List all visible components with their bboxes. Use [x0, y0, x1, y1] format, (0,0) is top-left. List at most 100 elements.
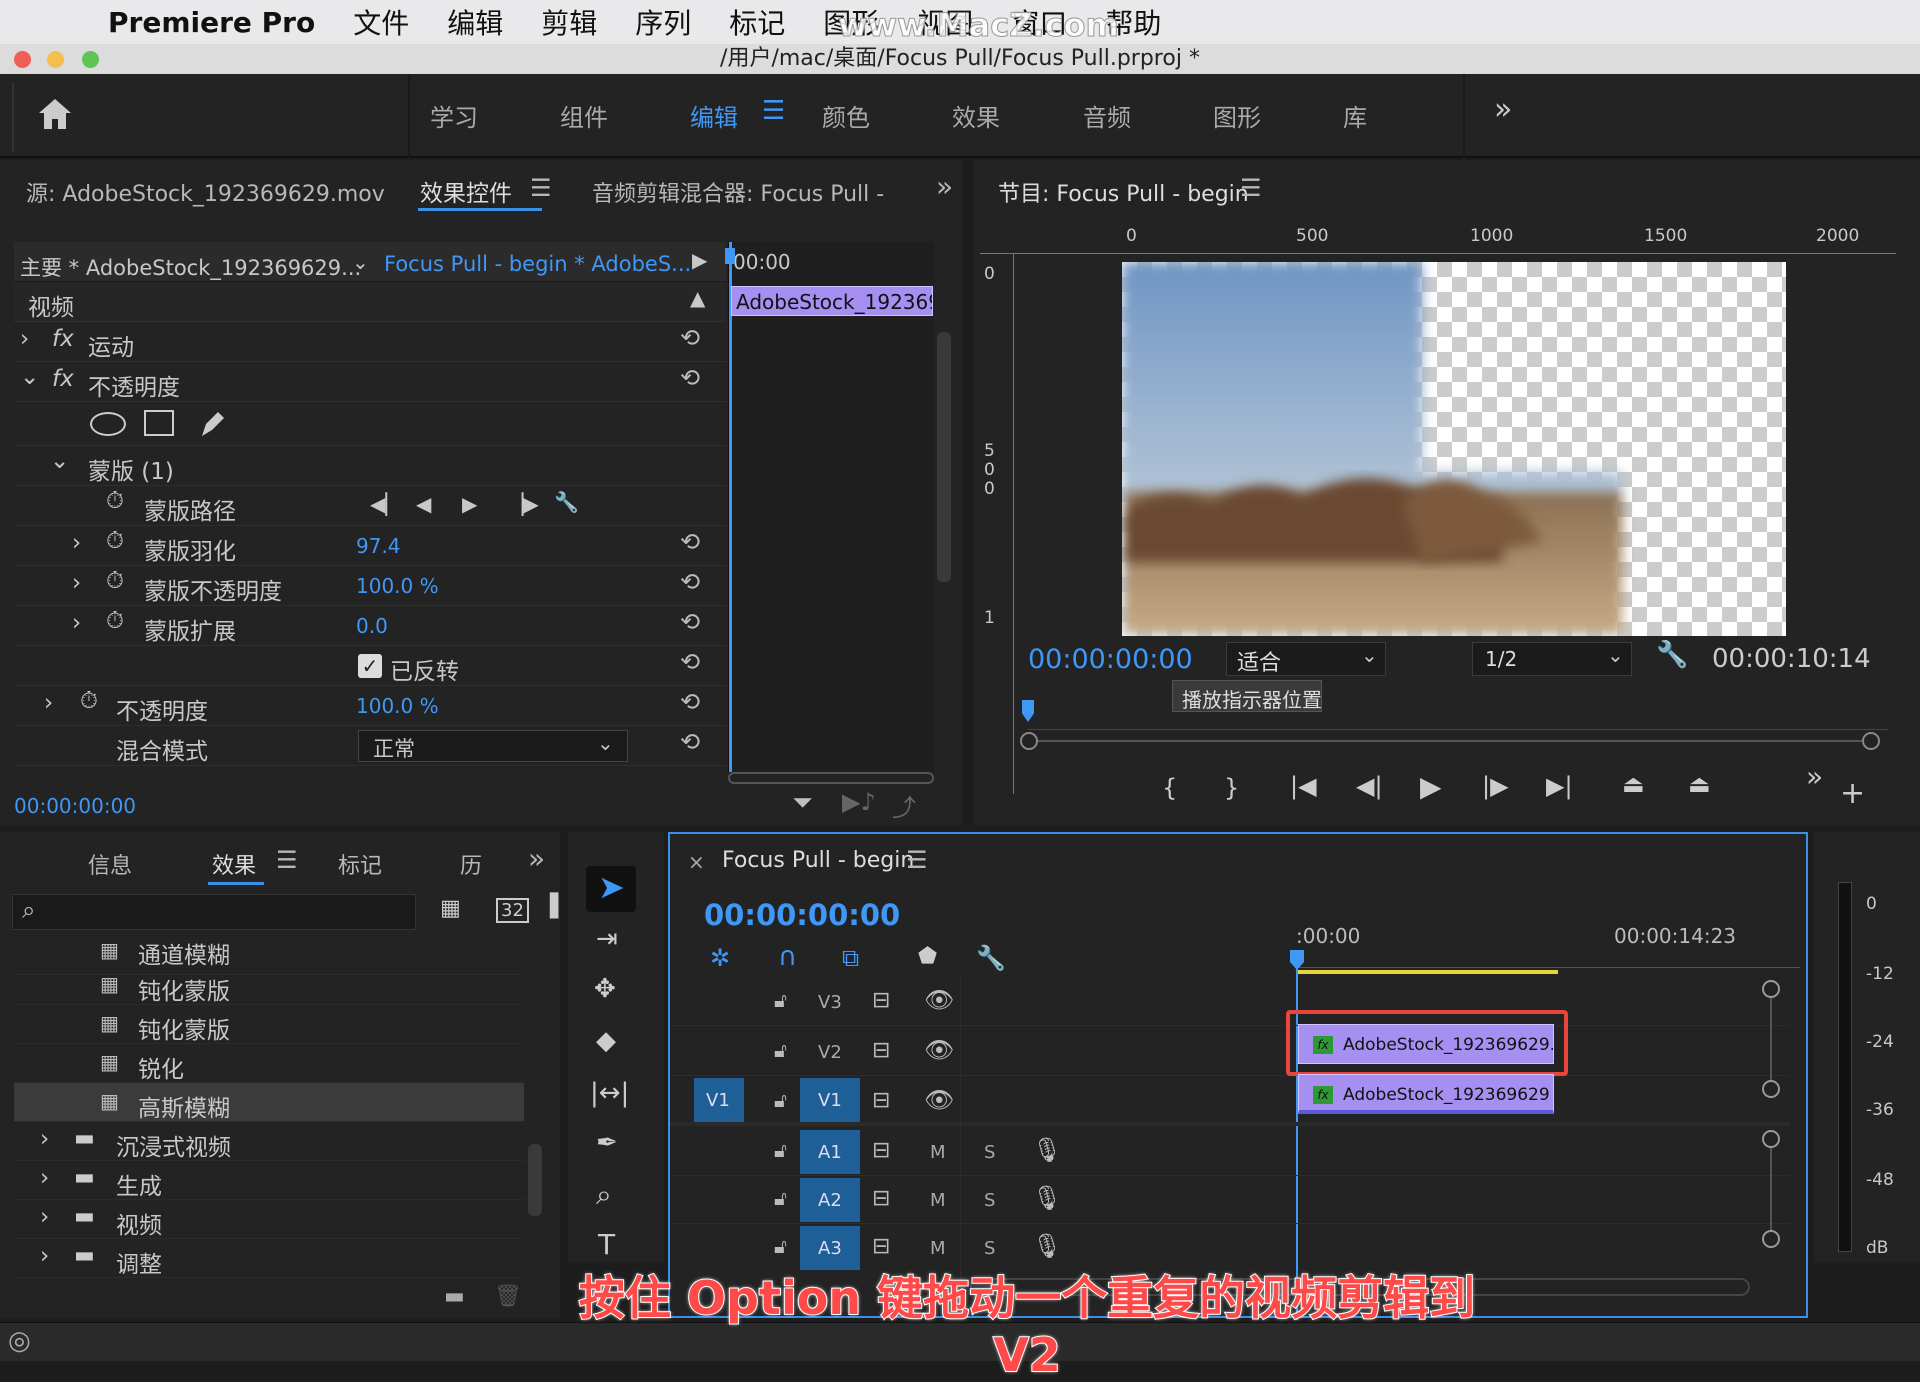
effect-folder[interactable]: › ▬ 调整: [14, 1239, 524, 1278]
workspace-learn[interactable]: 学习: [430, 98, 478, 133]
blend-mode-select[interactable]: 正常 ⌄: [358, 730, 628, 762]
expand-chevron-icon[interactable]: ›: [20, 326, 29, 352]
scroll-handle-top[interactable]: [1762, 980, 1780, 998]
timeline-ruler[interactable]: [1296, 950, 1800, 968]
menu-edit[interactable]: 编辑: [447, 2, 503, 42]
collapse-up-icon[interactable]: ▲: [690, 286, 705, 310]
tab-history[interactable]: 历: [460, 848, 482, 880]
program-playhead-timecode[interactable]: 00:00:00:00: [1028, 644, 1193, 675]
tab-source[interactable]: 源: AdobeStock_192369629.mov: [26, 176, 385, 208]
reset-icon[interactable]: ⟲: [680, 528, 700, 556]
track-name[interactable]: V3: [818, 992, 842, 1013]
stopwatch-icon[interactable]: ⏱: [106, 568, 124, 594]
lock-track-icon[interactable]: 🔓︎: [774, 1186, 787, 1210]
close-tab-icon[interactable]: ×: [688, 850, 705, 874]
track-target-a2[interactable]: A2: [800, 1178, 860, 1222]
track-target-v1[interactable]: V1: [800, 1078, 860, 1122]
reset-icon[interactable]: ⟲: [680, 364, 700, 392]
wrench-icon[interactable]: 🔧: [554, 490, 579, 514]
step-forward-button[interactable]: |▶: [1482, 772, 1509, 800]
inverted-checkbox[interactable]: ✓: [358, 654, 382, 678]
lock-track-icon[interactable]: 🔓︎: [774, 1234, 787, 1258]
workspace-menu-icon[interactable]: ☰: [762, 96, 785, 126]
mask-expansion-value[interactable]: 0.0: [356, 614, 388, 638]
microphone-icon[interactable]: 🎙︎: [1032, 1232, 1062, 1260]
new-bin-icon[interactable]: ▬: [444, 1284, 465, 1309]
mark-out-button[interactable]: }: [1224, 774, 1239, 802]
expand-chevron-icon[interactable]: ›: [44, 690, 53, 716]
track-select-tool-icon[interactable]: ⇥: [596, 924, 618, 954]
program-time-ruler[interactable]: [1028, 708, 1888, 730]
audio-loop-icon[interactable]: ▶♪: [842, 788, 876, 816]
expand-chevron-icon[interactable]: ›: [40, 1204, 49, 1230]
scroll-handle-left[interactable]: [1020, 732, 1038, 750]
solo-track-button[interactable]: S: [984, 1238, 995, 1259]
track-backward-one-frame-icon[interactable]: ◀▏: [370, 492, 401, 516]
scroll-handle-bottom[interactable]: [1762, 1080, 1780, 1098]
close-window-button[interactable]: [14, 51, 31, 68]
menu-marker[interactable]: 标记: [729, 2, 785, 42]
solo-track-button[interactable]: S: [984, 1190, 995, 1211]
yuv-effects-icon[interactable]: ▌: [550, 894, 567, 919]
sync-lock-icon[interactable]: ⊟: [872, 1088, 890, 1113]
effects-scrollbar[interactable]: [528, 1144, 542, 1216]
collapse-chevron-icon[interactable]: ⌄: [20, 364, 39, 390]
app-menu[interactable]: Premiere Pro: [108, 6, 315, 39]
program-video-frame[interactable]: [1122, 262, 1786, 636]
extract-button[interactable]: ⏏: [1688, 770, 1711, 798]
lock-track-icon[interactable]: 🔓︎: [774, 1038, 787, 1062]
slip-tool-icon[interactable]: |↔|: [590, 1078, 629, 1108]
panel-more-icon[interactable]: »: [936, 170, 953, 203]
workspace-graphics[interactable]: 图形: [1213, 98, 1261, 133]
tab-audio-clip-mixer[interactable]: 音频剪辑混合器: Focus Pull - t: [592, 176, 888, 208]
sync-lock-icon[interactable]: ⊟: [872, 1186, 890, 1211]
effects-search-input[interactable]: [12, 894, 416, 930]
pen-tool-icon[interactable]: ✒: [596, 1128, 618, 1158]
stopwatch-icon[interactable]: ⏱: [80, 688, 98, 714]
tab-effects[interactable]: 效果: [212, 848, 256, 880]
fx-icon[interactable]: fx: [52, 366, 74, 392]
fx-icon[interactable]: fx: [52, 326, 74, 352]
lock-track-icon[interactable]: 🔓︎: [774, 1138, 787, 1162]
workspace-assembly[interactable]: 组件: [560, 98, 608, 133]
effect-item[interactable]: ▦ 钝化蒙版: [14, 1005, 524, 1044]
sequence-clip-label[interactable]: Focus Pull - begin * AdobeS...: [384, 252, 691, 276]
expand-chevron-icon[interactable]: ›: [40, 1243, 49, 1269]
video-tracks-scrollbar[interactable]: [1762, 980, 1780, 1100]
chevron-down-icon[interactable]: ⌄: [352, 250, 369, 274]
button-editor-plus-icon[interactable]: +: [1840, 776, 1865, 811]
expand-chevron-icon[interactable]: ›: [72, 570, 81, 596]
timeline-tab-title[interactable]: Focus Pull - begin: [722, 848, 914, 873]
linked-selection-icon[interactable]: ⧉: [842, 944, 859, 972]
mini-clip-bar[interactable]: AdobeStock_192369: [731, 286, 933, 316]
scroll-handle-right[interactable]: [1862, 732, 1880, 750]
timeline-timecode[interactable]: 00:00:00:00: [704, 898, 900, 932]
trash-icon[interactable]: 🗑: [494, 1284, 522, 1309]
play-button[interactable]: ▶: [1420, 770, 1442, 803]
add-marker-icon[interactable]: ⬟: [918, 944, 937, 969]
mute-track-button[interactable]: M: [930, 1142, 946, 1163]
mask-opacity-value[interactable]: 100.0 %: [356, 574, 439, 598]
work-area-bar[interactable]: [1298, 970, 1558, 974]
tab-menu-icon[interactable]: ☰: [276, 846, 298, 874]
stopwatch-icon[interactable]: ⏱: [106, 488, 124, 514]
effect-item[interactable]: ▦ 钝化蒙版: [14, 966, 524, 1005]
expand-chevron-icon[interactable]: ›: [72, 610, 81, 636]
track-forward-one-frame-icon[interactable]: ▕▶: [508, 492, 539, 516]
effect-item[interactable]: ▦ 锐化: [14, 1044, 524, 1083]
more-controls-icon[interactable]: »: [1806, 760, 1823, 793]
zoom-tool-icon[interactable]: ⌕: [596, 1178, 612, 1212]
reset-icon[interactable]: ⟲: [680, 648, 700, 676]
eye-icon[interactable]: 👁︎: [924, 1036, 954, 1064]
reset-icon[interactable]: ⟲: [680, 728, 700, 756]
reset-icon[interactable]: ⟲: [680, 568, 700, 596]
scroll-handle-bottom[interactable]: [1762, 1230, 1780, 1248]
sync-lock-icon[interactable]: ⊟: [872, 988, 890, 1013]
effect-folder[interactable]: › ▬ 视频: [14, 1200, 524, 1239]
workspace-more-icon[interactable]: »: [1494, 92, 1512, 127]
zoom-window-button[interactable]: [82, 51, 99, 68]
accelerated-effects-icon[interactable]: ▦: [440, 896, 461, 921]
workspace-audio[interactable]: 音频: [1083, 98, 1131, 133]
expand-chevron-icon[interactable]: ›: [72, 530, 81, 556]
tab-markers[interactable]: 标记: [338, 848, 382, 880]
